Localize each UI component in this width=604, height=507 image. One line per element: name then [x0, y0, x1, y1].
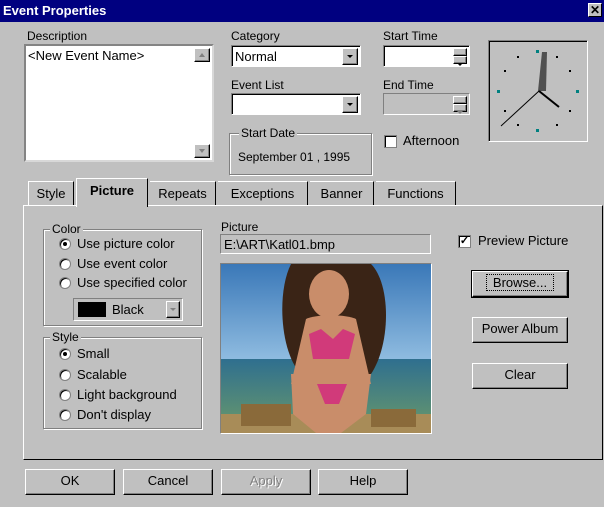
picture-path-value: E:\ART\Katl01.bmp — [224, 237, 336, 252]
clock-mark-12 — [536, 50, 539, 53]
category-value: Normal — [235, 49, 277, 64]
title-bar[interactable]: Event Properties ✕ — [0, 0, 604, 22]
radio-scalable[interactable] — [59, 369, 71, 381]
picture-preview — [220, 263, 432, 434]
afternoon-checkbox[interactable] — [384, 135, 397, 148]
light-background-label[interactable]: Light background — [77, 388, 177, 402]
clock-minute-hand — [538, 90, 560, 108]
category-label: Category — [231, 29, 280, 43]
cancel-button[interactable]: Cancel — [123, 469, 213, 495]
start-date-value[interactable]: September 01 , 1995 — [238, 150, 350, 164]
radio-use-picture-color[interactable] — [59, 238, 71, 250]
chevron-down-icon — [170, 308, 176, 311]
clock-mark-3 — [576, 90, 579, 93]
start-time-spin-up[interactable] — [453, 48, 467, 59]
specified-color-select[interactable]: Black — [73, 298, 183, 321]
preview-picture-label[interactable]: Preview Picture — [478, 234, 568, 248]
browse-button[interactable]: Browse... — [471, 270, 569, 298]
end-time-spin-down[interactable] — [453, 104, 467, 114]
category-dropdown-button[interactable] — [342, 48, 358, 65]
color-swatch — [78, 302, 106, 317]
preview-photo-image — [221, 264, 431, 433]
dont-display-label[interactable]: Don't display — [77, 408, 151, 422]
tab-picture[interactable]: Picture — [76, 178, 148, 207]
spin-down-icon — [457, 63, 463, 66]
specified-color-value: Black — [112, 302, 144, 317]
afternoon-label[interactable]: Afternoon — [403, 134, 459, 148]
specified-color-dropdown-button[interactable] — [166, 301, 180, 318]
use-specified-color-label[interactable]: Use specified color — [77, 276, 187, 290]
close-button[interactable]: ✕ — [588, 3, 602, 17]
chevron-down-icon — [347, 103, 353, 106]
start-time-label: Start Time — [383, 29, 438, 43]
end-time-label: End Time — [383, 78, 434, 92]
clear-button[interactable]: Clear — [472, 363, 568, 389]
scroll-up-arrow-icon — [199, 53, 205, 57]
tab-repeats[interactable]: Repeats — [150, 181, 216, 205]
clock-mark-9 — [497, 90, 500, 93]
clock-mark-6 — [536, 129, 539, 132]
event-list-select[interactable] — [231, 93, 361, 115]
tab-banner[interactable]: Banner — [310, 181, 374, 205]
clock-hour-hand — [538, 52, 547, 91]
power-album-button[interactable]: Power Album — [472, 317, 568, 343]
picture-label: Picture — [221, 220, 259, 234]
clock-face-icon — [497, 50, 579, 132]
event-list-label: Event List — [231, 78, 284, 92]
window-title: Event Properties — [3, 3, 107, 18]
tab-style[interactable]: Style — [28, 181, 74, 205]
description-text: <New Event Name> — [28, 48, 145, 63]
event-properties-dialog: Event Properties ✕ Description <New Even… — [0, 0, 604, 507]
radio-use-event-color[interactable] — [59, 258, 71, 270]
scroll-down-arrow-icon — [199, 149, 205, 153]
clock-second-hand — [500, 90, 540, 127]
preview-picture-checkbox[interactable]: ✓ — [458, 235, 471, 248]
chevron-down-icon — [347, 55, 353, 58]
description-label: Description — [27, 29, 88, 43]
start-time-field[interactable] — [383, 45, 470, 67]
scalable-label[interactable]: Scalable — [77, 368, 127, 382]
tab-exceptions[interactable]: Exceptions — [218, 181, 308, 205]
picture-path-field[interactable]: E:\ART\Katl01.bmp — [220, 234, 431, 254]
scroll-down-button[interactable] — [194, 144, 210, 158]
help-button[interactable]: Help — [318, 469, 408, 495]
browse-button-label: Browse... — [485, 274, 555, 291]
use-event-color-label[interactable]: Use event color — [77, 257, 167, 271]
description-textarea[interactable]: <New Event Name> — [24, 44, 214, 162]
style-group-label: Style — [50, 330, 81, 344]
radio-small[interactable] — [59, 348, 71, 360]
scroll-up-button[interactable] — [194, 48, 210, 62]
ok-button[interactable]: OK — [25, 469, 115, 495]
use-picture-color-label[interactable]: Use picture color — [77, 237, 175, 251]
event-list-dropdown-button[interactable] — [342, 96, 358, 113]
radio-dont-display[interactable] — [59, 409, 71, 421]
start-date-label: Start Date — [239, 126, 298, 140]
tab-functions[interactable]: Functions — [376, 181, 456, 205]
apply-button[interactable]: Apply — [221, 469, 311, 495]
small-label[interactable]: Small — [77, 347, 110, 361]
color-group-label: Color — [50, 222, 83, 236]
spin-down-icon — [457, 111, 463, 114]
end-time-field[interactable] — [383, 93, 470, 115]
start-time-spin-down[interactable] — [453, 56, 467, 66]
radio-use-specified-color[interactable] — [59, 277, 71, 289]
radio-light-background[interactable] — [59, 389, 71, 401]
category-select[interactable]: Normal — [231, 45, 361, 67]
analog-clock — [488, 40, 588, 142]
end-time-spin-up[interactable] — [453, 96, 467, 107]
